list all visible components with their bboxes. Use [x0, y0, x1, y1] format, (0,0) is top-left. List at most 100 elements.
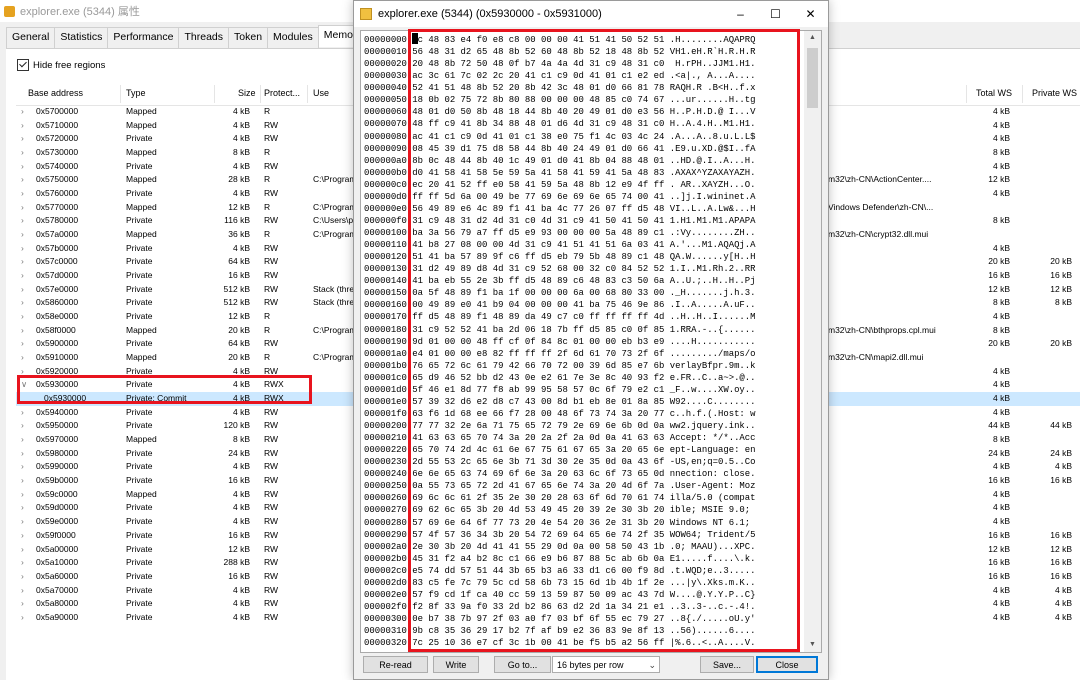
use-cell: C:\Users\pa [313, 215, 358, 226]
chevron-right-icon[interactable]: › [21, 310, 24, 324]
protection-cell: RW [264, 338, 279, 349]
size-cell: 12 kB [228, 201, 250, 212]
base-address-cell: 0x5970000 [36, 434, 79, 445]
protection-cell: RW [264, 584, 279, 595]
column-header-private-ws[interactable]: Private WS [1032, 88, 1077, 98]
size-cell: 20 kB [228, 324, 250, 335]
chevron-right-icon[interactable]: › [21, 228, 24, 242]
chevron-right-icon[interactable]: › [21, 419, 24, 433]
tab-statistics[interactable]: Statistics [54, 27, 109, 49]
protection-cell: RW [264, 270, 279, 281]
chevron-right-icon[interactable]: › [21, 160, 24, 174]
chevron-right-icon[interactable]: › [21, 433, 24, 447]
chevron-right-icon[interactable]: › [21, 255, 24, 269]
private-ws-cell: 16 kB [1050, 475, 1072, 486]
type-cell: Private [126, 242, 153, 253]
bytes-per-row-select[interactable]: 16 bytes per row ⌄ [552, 656, 660, 673]
chevron-right-icon[interactable]: › [21, 269, 24, 283]
vertical-scrollbar[interactable]: ▲ ▼ [804, 31, 821, 652]
chevron-right-icon[interactable]: › [21, 515, 24, 529]
column-header-total-ws[interactable]: Total WS [976, 88, 1012, 98]
chevron-right-icon[interactable]: › [21, 597, 24, 611]
chevron-right-icon[interactable]: › [21, 132, 24, 146]
chevron-right-icon[interactable]: › [21, 351, 24, 365]
tab-token[interactable]: Token [228, 27, 269, 49]
column-header-protection[interactable]: Protect... [264, 88, 300, 98]
total-ws-cell: 4 kB [992, 106, 1010, 116]
chevron-right-icon[interactable]: › [21, 105, 24, 119]
total-ws-cell: 8 kB [992, 147, 1010, 158]
protection-cell: RW [264, 434, 279, 445]
column-header-type[interactable]: Type [126, 88, 146, 98]
chevron-right-icon[interactable]: › [21, 406, 24, 420]
column-header-use[interactable]: Use [313, 88, 329, 98]
chevron-right-icon[interactable]: › [21, 543, 24, 557]
chevron-right-icon[interactable]: › [21, 611, 24, 625]
type-cell: Mapped [126, 434, 157, 445]
chevron-right-icon[interactable]: › [21, 146, 24, 160]
goto-button[interactable]: Go to... [494, 656, 551, 673]
chevron-right-icon[interactable]: › [21, 201, 24, 215]
scroll-down-icon[interactable]: ▼ [804, 638, 821, 652]
private-ws-cell: 20 kB [1050, 338, 1072, 349]
size-cell: 20 kB [228, 352, 250, 363]
chevron-right-icon[interactable]: › [21, 460, 24, 474]
size-cell: 4 kB [232, 119, 250, 130]
tab-performance[interactable]: Performance [107, 27, 180, 49]
chevron-right-icon[interactable]: › [21, 119, 24, 133]
hex-viewer-titlebar: explorer.exe (5344) (0x5930000 - 0x59310… [354, 1, 828, 27]
scroll-up-icon[interactable]: ▲ [804, 31, 821, 45]
app-icon [4, 5, 15, 17]
type-cell: Private [126, 570, 153, 581]
chevron-right-icon[interactable]: › [21, 283, 24, 297]
highlight-box-rwx-region [17, 375, 312, 404]
close-icon[interactable]: ✕ [793, 1, 828, 27]
protection-cell: RW [264, 215, 279, 226]
type-cell: Private [126, 256, 153, 267]
write-button[interactable]: Write [433, 656, 479, 673]
chevron-right-icon[interactable]: › [21, 501, 24, 515]
total-ws-cell: 4 kB [992, 598, 1010, 609]
type-cell: Private [126, 338, 153, 349]
column-header-base-address[interactable]: Base address [28, 88, 83, 98]
type-cell: Private [126, 611, 153, 622]
chevron-right-icon[interactable]: › [21, 556, 24, 570]
tab-modules[interactable]: Modules [267, 27, 319, 49]
hex-window-icon [360, 8, 372, 20]
chevron-right-icon[interactable]: › [21, 324, 24, 338]
use-cell: C:\Program [313, 352, 357, 363]
chevron-right-icon[interactable]: › [21, 584, 24, 598]
tab-threads[interactable]: Threads [178, 27, 230, 49]
chevron-right-icon[interactable]: › [21, 173, 24, 187]
protection-cell: RW [264, 119, 279, 130]
chevron-right-icon[interactable]: › [21, 447, 24, 461]
chevron-right-icon[interactable]: › [21, 488, 24, 502]
base-address-cell: 0x59d0000 [36, 502, 79, 513]
total-ws-cell: 12 kB [988, 543, 1010, 554]
chevron-right-icon[interactable]: › [21, 296, 24, 310]
column-header-size[interactable]: Size [238, 88, 256, 98]
chevron-right-icon[interactable]: › [21, 214, 24, 228]
chevron-right-icon[interactable]: › [21, 242, 24, 256]
tab-general[interactable]: General [6, 27, 56, 49]
type-cell: Mapped [126, 174, 157, 185]
save-button[interactable]: Save... [700, 656, 754, 673]
size-cell: 4 kB [232, 611, 250, 622]
base-address-cell: 0x5730000 [36, 147, 79, 158]
size-cell: 28 kB [228, 174, 250, 185]
scroll-thumb[interactable] [807, 48, 818, 108]
chevron-right-icon[interactable]: › [21, 337, 24, 351]
chevron-right-icon[interactable]: › [21, 529, 24, 543]
minimize-icon[interactable]: – [723, 1, 758, 27]
maximize-icon[interactable]: ☐ [758, 1, 793, 27]
reread-button[interactable]: Re-read [363, 656, 428, 673]
private-ws-cell: 16 kB [1050, 529, 1072, 540]
use-detail-cell: m32\zh-CN\mapi2.dll.mui [828, 352, 924, 363]
base-address-cell: 0x57c0000 [36, 256, 78, 267]
close-button[interactable]: Close [756, 656, 818, 673]
type-cell: Private [126, 461, 153, 472]
chevron-right-icon[interactable]: › [21, 187, 24, 201]
hide-free-regions-checkbox[interactable]: Hide free regions [17, 59, 105, 71]
chevron-right-icon[interactable]: › [21, 474, 24, 488]
chevron-right-icon[interactable]: › [21, 570, 24, 584]
